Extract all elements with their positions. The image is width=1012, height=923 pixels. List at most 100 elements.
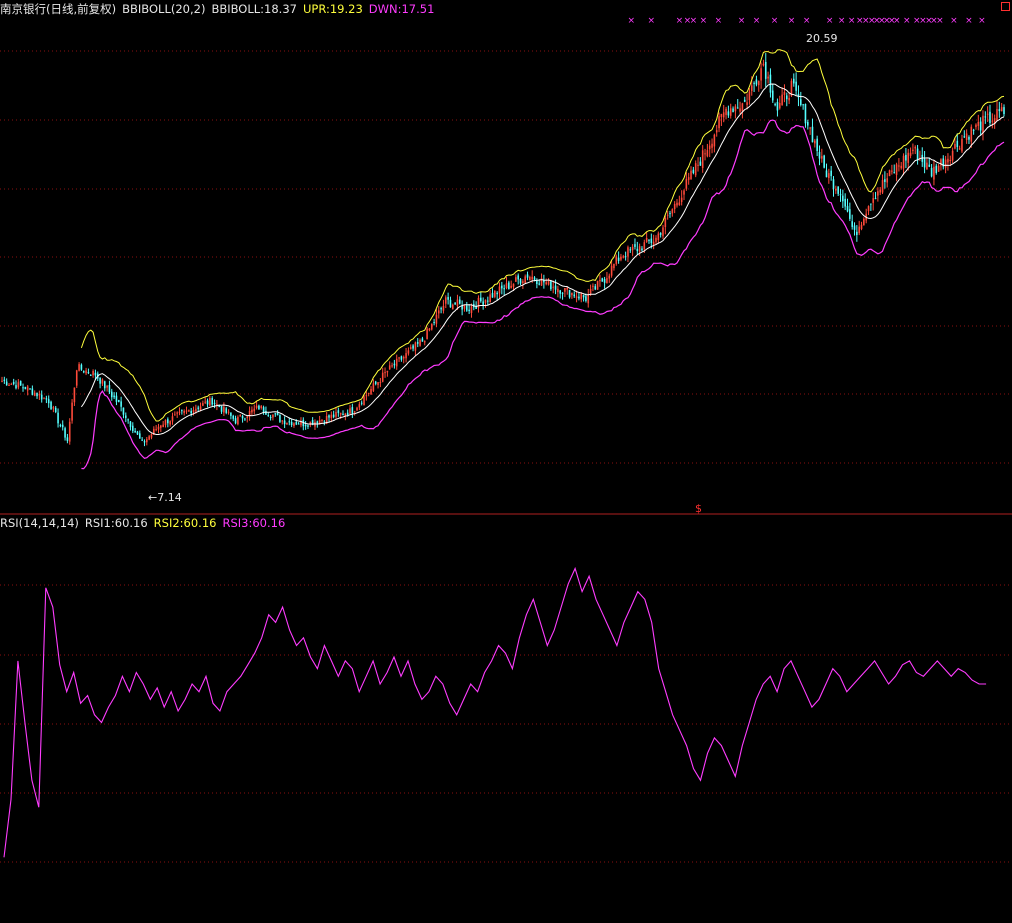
candle-body	[281, 420, 284, 422]
candle-body	[393, 363, 396, 366]
candle-body	[704, 153, 706, 155]
candle-body	[220, 405, 223, 412]
candle-body	[206, 400, 209, 405]
candle-body	[356, 407, 358, 411]
candle-body	[1003, 107, 1005, 115]
candle-body	[316, 421, 319, 424]
candlesticks	[1, 53, 1005, 447]
candle-body	[566, 287, 569, 290]
candle-body	[440, 308, 442, 310]
candle-body	[367, 393, 370, 395]
candle-body	[195, 408, 197, 412]
candle-body	[447, 297, 449, 300]
candle-body	[157, 426, 160, 430]
candle-body	[914, 146, 917, 149]
candle-body	[416, 342, 419, 344]
candle-body	[554, 285, 557, 290]
candle-body	[771, 90, 774, 101]
candle-body	[494, 290, 496, 297]
candle-body	[258, 405, 260, 410]
candle-body	[223, 406, 225, 413]
candle-body	[839, 194, 842, 196]
candle-body	[267, 415, 270, 417]
candle-body	[930, 167, 933, 177]
candle-body	[561, 292, 564, 294]
candle-body	[505, 283, 508, 289]
candle-body	[678, 202, 681, 205]
candle-body	[519, 278, 522, 284]
candle-body	[867, 206, 870, 212]
candle-body	[178, 411, 181, 413]
candle-body	[615, 256, 618, 264]
candle-body	[601, 278, 604, 282]
candle-body	[650, 238, 653, 243]
candle-body	[613, 263, 615, 269]
candle-body	[428, 328, 431, 331]
candle-body	[984, 116, 987, 118]
candle-body	[454, 302, 456, 305]
candle-body	[909, 152, 912, 156]
candle-body	[755, 79, 758, 85]
candle-body	[124, 415, 127, 418]
candle-body	[73, 387, 76, 403]
candle-body	[697, 164, 699, 166]
close-panel-icon[interactable]	[1001, 2, 1010, 11]
candle-body	[818, 151, 821, 159]
candle-body	[349, 408, 351, 414]
candle-body	[134, 430, 136, 433]
candle-body	[652, 241, 655, 245]
candle-body	[762, 63, 765, 66]
candle-body	[573, 294, 576, 297]
candle-body	[708, 145, 711, 150]
candle-body	[575, 296, 578, 298]
candle-body	[1, 380, 3, 382]
signal-marker: ×	[753, 16, 761, 26]
rsi1-line	[3, 566, 987, 858]
candle-body	[610, 265, 613, 276]
candle-body	[884, 179, 886, 182]
candle-body	[388, 365, 391, 370]
candle-body	[120, 401, 122, 407]
candle-body	[720, 113, 723, 118]
candle-body	[926, 162, 928, 170]
candle-body	[958, 148, 961, 150]
candle-body	[484, 299, 487, 303]
candle-body	[729, 108, 732, 116]
candle-body	[664, 217, 667, 228]
low-price-label: ←7.14	[148, 491, 182, 504]
candle-body	[181, 410, 183, 412]
candle-body	[550, 281, 552, 290]
candle-body	[244, 418, 246, 420]
bbiboll-value: BBIBOLL:18.37	[211, 2, 297, 16]
candle-body	[954, 144, 956, 149]
candle-body	[592, 285, 594, 287]
candle-body	[113, 395, 115, 398]
upr-line	[80, 49, 1005, 422]
candle-body	[449, 299, 452, 308]
candle-body	[694, 163, 697, 176]
candle-body	[816, 138, 818, 151]
candle-body	[103, 381, 106, 389]
candle-body	[99, 377, 101, 384]
candle-body	[648, 239, 650, 241]
candle-body	[402, 356, 405, 359]
candle-body	[498, 286, 501, 294]
candle-body	[706, 150, 709, 157]
candle-body	[972, 129, 975, 131]
candle-body	[290, 422, 293, 426]
candle-body	[26, 386, 29, 391]
candle-body	[225, 408, 228, 413]
candle-body	[40, 394, 43, 400]
candle-body	[246, 416, 249, 419]
candle-body	[68, 421, 71, 442]
candle-body	[799, 99, 802, 106]
candle-body	[888, 170, 891, 177]
candle-body	[332, 414, 335, 418]
bbiboll-line	[80, 83, 1005, 435]
dwn-line	[81, 119, 1005, 470]
candle-body	[774, 104, 776, 106]
candle-body	[636, 248, 639, 252]
candle-body	[421, 338, 424, 342]
candle-body	[353, 411, 356, 413]
candle-body	[19, 380, 22, 386]
